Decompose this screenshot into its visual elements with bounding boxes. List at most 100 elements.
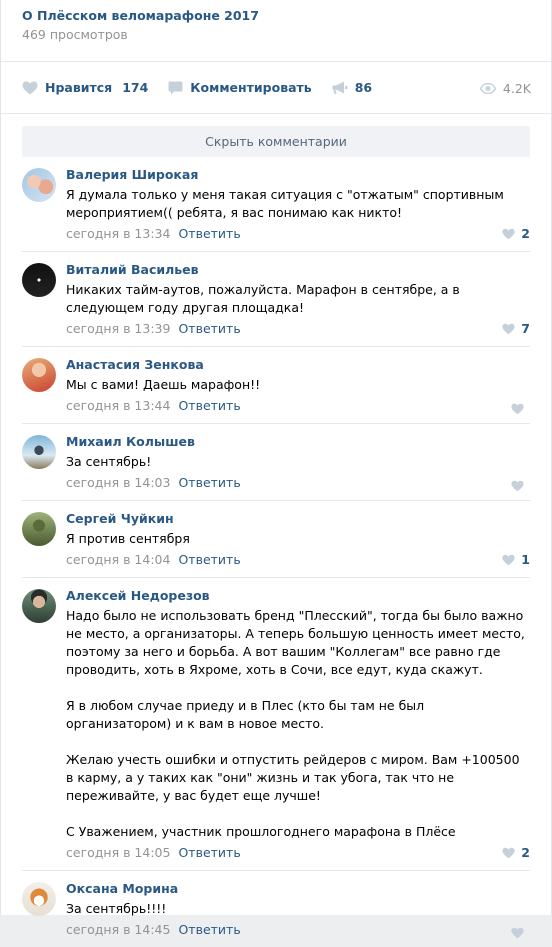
comment-meta: сегодня в 13:39 Ответить: [66, 320, 530, 338]
reply-link[interactable]: Ответить: [178, 921, 240, 939]
comment-item: Алексей Недорезов Надо было не использова…: [22, 578, 530, 871]
comment-date[interactable]: сегодня в 14:04: [66, 551, 170, 569]
reply-link[interactable]: Ответить: [178, 474, 240, 492]
views-count: 4.2K: [502, 80, 531, 96]
comment-author[interactable]: Оксана Морина: [66, 880, 530, 898]
comment-paragraph: Желаю учесть ошибки и отпустить рейдеров…: [66, 752, 520, 803]
comment-date[interactable]: сегодня в 14:45: [66, 921, 170, 939]
comment-body: Сергей Чуйкин Я против сентября сегодня в …: [66, 510, 530, 569]
comment-body: Виталий Васильев Никаких тайм-аутов, пожа…: [66, 261, 530, 338]
like-label: Нравится: [45, 80, 113, 95]
comment-paragraph: С Уважением, участник прошлогоднего мара…: [66, 824, 456, 839]
comment-paragraph: Я против сентября: [66, 531, 190, 546]
comment-meta: сегодня в 14:04 Ответить: [66, 551, 530, 569]
comment-meta: сегодня в 14:05 Ответить: [66, 844, 530, 862]
comment-label: Комментировать: [190, 80, 312, 95]
comment-author[interactable]: Анастасия Зенкова: [66, 356, 530, 374]
comment-author[interactable]: Михаил Колышев: [66, 433, 530, 451]
comment-item: Михаил Колышев За сентябрь! сегодня в 14:0…: [22, 424, 530, 501]
comment-meta: сегодня в 14:45 Ответить: [66, 921, 530, 939]
comment-author[interactable]: Валерия Широкая: [66, 166, 530, 184]
comment-like-count: 2: [521, 226, 530, 241]
comment-paragraph: Я в любом случае приеду и в Плес (кто бы…: [66, 698, 425, 731]
reply-link[interactable]: Ответить: [178, 844, 240, 862]
post-views: 469 просмотров: [22, 27, 128, 42]
comment-date[interactable]: сегодня в 13:39: [66, 320, 170, 338]
comments-list: Валерия Широкая Я думала только у меня та…: [1, 157, 551, 947]
comment-like-button[interactable]: 7: [502, 320, 530, 338]
heart-icon: [511, 480, 524, 492]
comment-paragraph: Я думала только у меня такая ситуация с …: [66, 187, 504, 220]
comment-author[interactable]: Алексей Недорезов: [66, 587, 530, 605]
avatar[interactable]: [22, 882, 56, 916]
post-actions: Нравится 174 Комментировать 86 4.2K: [1, 62, 551, 114]
comment-like-count: 2: [521, 845, 530, 860]
like-button[interactable]: Нравится 174: [22, 80, 148, 95]
comment-text: Никаких тайм-аутов, пожалуйста. Марафон …: [66, 281, 530, 317]
comment-paragraph: Мы с вами! Даешь марафон!!: [66, 377, 261, 392]
post-header: О Плёсском веломарафоне 2017 469 просмот…: [1, 0, 551, 62]
comment-item: Анастасия Зенкова Мы с вами! Даешь марафо…: [22, 347, 530, 424]
comment-date[interactable]: сегодня в 14:03: [66, 474, 170, 492]
hide-comments-button[interactable]: Скрыть комментарии: [22, 126, 530, 157]
comment-date[interactable]: сегодня в 13:44: [66, 397, 170, 415]
comment-body: Анастасия Зенкова Мы с вами! Даешь марафо…: [66, 356, 530, 415]
heart-icon: [511, 403, 524, 415]
comment-like-count: 1: [521, 552, 530, 567]
comment-text: За сентябрь!: [66, 453, 530, 471]
avatar[interactable]: [22, 168, 56, 202]
comment-like-button[interactable]: [511, 480, 530, 492]
share-button[interactable]: 86: [332, 80, 372, 95]
comment-body: Михаил Колышев За сентябрь! сегодня в 14:0…: [66, 433, 530, 492]
eye-icon: [479, 82, 496, 94]
comment-text: Я против сентября: [66, 530, 530, 548]
comment-text: За сентябрь!!!!: [66, 900, 530, 918]
comment-text: Я думала только у меня такая ситуация с …: [66, 186, 530, 222]
heart-icon: [502, 847, 515, 859]
comment-like-button[interactable]: [511, 927, 530, 939]
comment-date[interactable]: сегодня в 14:05: [66, 844, 170, 862]
heart-icon: [511, 927, 524, 939]
avatar[interactable]: [22, 589, 56, 623]
comment-meta: сегодня в 13:44 Ответить: [66, 397, 530, 415]
comment-date[interactable]: сегодня в 13:34: [66, 225, 170, 243]
comment-author[interactable]: Сергей Чуйкин: [66, 510, 530, 528]
avatar[interactable]: [22, 435, 56, 469]
comment-icon: [168, 81, 183, 94]
comment-author[interactable]: Виталий Васильев: [66, 261, 530, 279]
reply-link[interactable]: Ответить: [178, 397, 240, 415]
reply-link[interactable]: Ответить: [178, 551, 240, 569]
comment-body: Оксана Морина За сентябрь!!!! сегодня в 14…: [66, 880, 530, 939]
comment-like-button[interactable]: 2: [502, 844, 530, 862]
comment-button[interactable]: Комментировать: [168, 80, 312, 95]
comment-paragraph: Надо было не использовать бренд "Плесски…: [66, 608, 525, 677]
share-count: 86: [354, 80, 373, 95]
comment-paragraph: За сентябрь!: [66, 454, 152, 469]
comment-text: Мы с вами! Даешь марафон!!: [66, 376, 530, 394]
heart-icon: [502, 323, 515, 335]
post-title[interactable]: О Плёсском веломарафоне 2017: [22, 8, 530, 24]
megaphone-icon: [332, 81, 348, 94]
views-counter: 4.2K: [479, 62, 531, 114]
comment-body: Алексей Недорезов Надо было не использова…: [66, 587, 530, 862]
comment-item: Валерия Широкая Я думала только у меня та…: [22, 157, 530, 252]
comment-paragraph: За сентябрь!!!!: [66, 901, 167, 916]
comment-meta: сегодня в 13:34 Ответить: [66, 225, 530, 243]
reply-link[interactable]: Ответить: [178, 320, 240, 338]
comment-like-button[interactable]: [511, 403, 530, 415]
reply-link[interactable]: Ответить: [178, 225, 240, 243]
avatar[interactable]: [22, 263, 56, 297]
comment-like-count: 7: [521, 321, 530, 336]
like-count: 174: [122, 80, 149, 95]
comment-like-button[interactable]: 1: [502, 551, 530, 569]
avatar[interactable]: [22, 358, 56, 392]
heart-icon: [22, 81, 38, 94]
comment-body: Валерия Широкая Я думала только у меня та…: [66, 166, 530, 243]
comment-meta: сегодня в 14:03 Ответить: [66, 474, 530, 492]
comment-paragraph: Никаких тайм-аутов, пожалуйста. Марафон …: [66, 282, 460, 315]
avatar[interactable]: [22, 512, 56, 546]
comment-text: Надо было не использовать бренд "Плесски…: [66, 607, 530, 841]
comment-item: Оксана Морина За сентябрь!!!! сегодня в 14…: [22, 871, 530, 947]
heart-icon: [502, 554, 515, 566]
comment-like-button[interactable]: 2: [502, 225, 530, 243]
